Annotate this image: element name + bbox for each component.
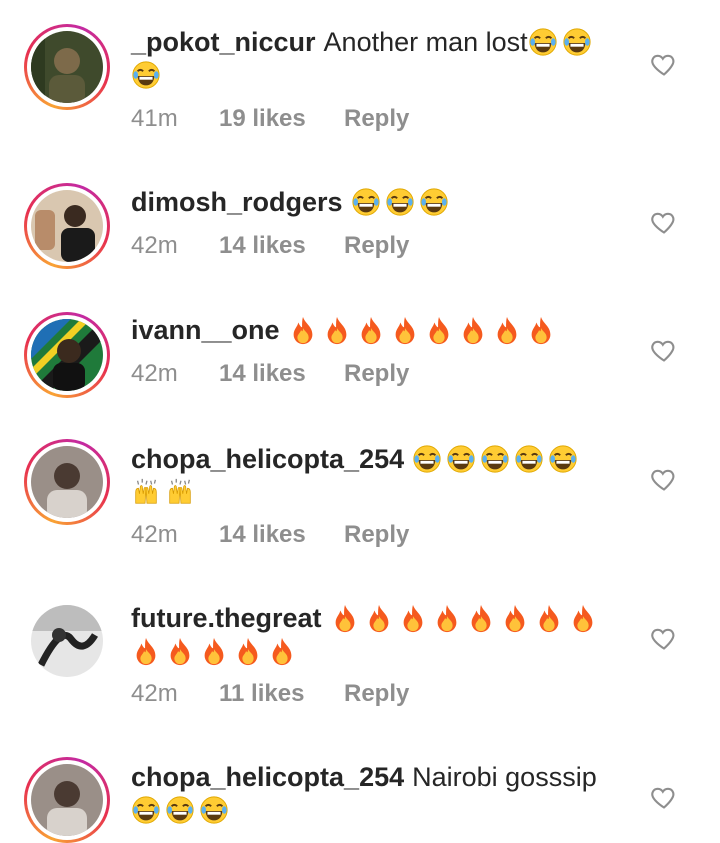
joy-icon [199, 795, 229, 825]
reply-button[interactable]: Reply [344, 679, 409, 709]
fire-icon [534, 603, 564, 633]
fire-icon [288, 315, 318, 345]
avatar [31, 319, 103, 391]
fire-icon [330, 603, 360, 633]
like-heart-icon[interactable] [650, 50, 678, 78]
fire-icon [424, 315, 454, 345]
comment-meta: 42m 11 likes Reply [131, 679, 409, 709]
fire-icon [165, 636, 195, 666]
comment-likes[interactable]: 14 likes [219, 520, 344, 550]
avatar-story-ring[interactable] [24, 757, 110, 843]
comment-likes[interactable]: 14 likes [219, 231, 344, 261]
fire-icon [466, 603, 496, 633]
joy-icon [131, 60, 161, 90]
comment-body: Nairobi gosssip [412, 762, 597, 792]
comment-time: 42m [131, 521, 178, 548]
comment-text: dimosh_rodgers [131, 186, 611, 219]
like-heart-icon[interactable] [650, 208, 678, 236]
comment-username[interactable]: future.thegreat [131, 603, 322, 633]
comment-time: 41m [131, 105, 178, 132]
avatar-story-ring[interactable] [24, 312, 110, 398]
joy-icon [385, 187, 415, 217]
joy-icon [514, 444, 544, 474]
comment-meta: 41m 19 likes Reply [131, 104, 409, 134]
comment-time: 42m [131, 680, 178, 707]
reply-button[interactable]: Reply [344, 104, 409, 134]
comment-time: 42m [131, 232, 178, 259]
joy-icon [562, 27, 592, 57]
fire-icon [432, 603, 462, 633]
joy-icon [351, 187, 381, 217]
comment-text: ivann__one [131, 314, 611, 347]
fire-icon [364, 603, 394, 633]
joy-icon [548, 444, 578, 474]
emoji-row [351, 187, 453, 217]
fire-icon [233, 636, 263, 666]
joy-icon [131, 795, 161, 825]
comment-text: chopa_helicopta_254 [131, 443, 611, 509]
comment-time: 42m [131, 360, 178, 387]
avatar [31, 31, 103, 103]
fire-icon [526, 315, 556, 345]
comment-username[interactable]: dimosh_rodgers [131, 187, 343, 217]
fire-icon [267, 636, 297, 666]
joy-icon [446, 444, 476, 474]
fire-icon [131, 636, 161, 666]
comment-username[interactable]: chopa_helicopta_254 [131, 444, 404, 474]
avatar [31, 446, 103, 518]
joy-icon [165, 795, 195, 825]
comment-likes[interactable]: 14 likes [219, 359, 344, 389]
comment-username[interactable]: chopa_helicopta_254 [131, 762, 404, 792]
like-heart-icon[interactable] [650, 336, 678, 364]
comment-meta: 42m 14 likes Reply [131, 520, 409, 550]
fire-icon [500, 603, 530, 633]
comment-text: chopa_helicopta_254 Nairobi gosssip [131, 761, 611, 827]
comment-likes[interactable]: 11 likes [219, 679, 344, 709]
fire-icon [199, 636, 229, 666]
fire-icon [356, 315, 386, 345]
comment-username[interactable]: _pokot_niccur [131, 27, 316, 57]
avatar-story-ring[interactable] [24, 24, 110, 110]
joy-icon [419, 187, 449, 217]
fire-icon [322, 315, 352, 345]
joy-icon [480, 444, 510, 474]
fire-icon [492, 315, 522, 345]
avatar-story-ring[interactable] [24, 439, 110, 525]
avatar [31, 190, 103, 262]
comment-body: Another man lost [323, 27, 528, 57]
reply-button[interactable]: Reply [344, 520, 409, 550]
like-heart-icon[interactable] [650, 783, 678, 811]
fire-icon [398, 603, 428, 633]
comment-text: future.thegreat [131, 602, 611, 668]
like-heart-icon[interactable] [650, 465, 678, 493]
joy-icon [412, 444, 442, 474]
reply-button[interactable]: Reply [344, 359, 409, 389]
joy-icon [528, 27, 558, 57]
like-heart-icon[interactable] [650, 624, 678, 652]
emoji-row [131, 795, 233, 825]
fire-icon [390, 315, 420, 345]
fire-icon [568, 603, 598, 633]
avatar-ring[interactable] [24, 598, 110, 684]
comment-username[interactable]: ivann__one [131, 315, 280, 345]
reply-button[interactable]: Reply [344, 231, 409, 261]
raising-hands-icon [165, 477, 195, 507]
avatar [31, 764, 103, 836]
comment-meta: 42m 14 likes Reply [131, 231, 409, 261]
avatar [31, 605, 103, 677]
comment-likes[interactable]: 19 likes [219, 104, 344, 134]
comment-meta: 42m 14 likes Reply [131, 359, 409, 389]
raising-hands-icon [131, 477, 161, 507]
emoji-row [288, 315, 560, 345]
comment-text: _pokot_niccur Another man lost [131, 26, 611, 92]
fire-icon [458, 315, 488, 345]
avatar-story-ring[interactable] [24, 183, 110, 269]
